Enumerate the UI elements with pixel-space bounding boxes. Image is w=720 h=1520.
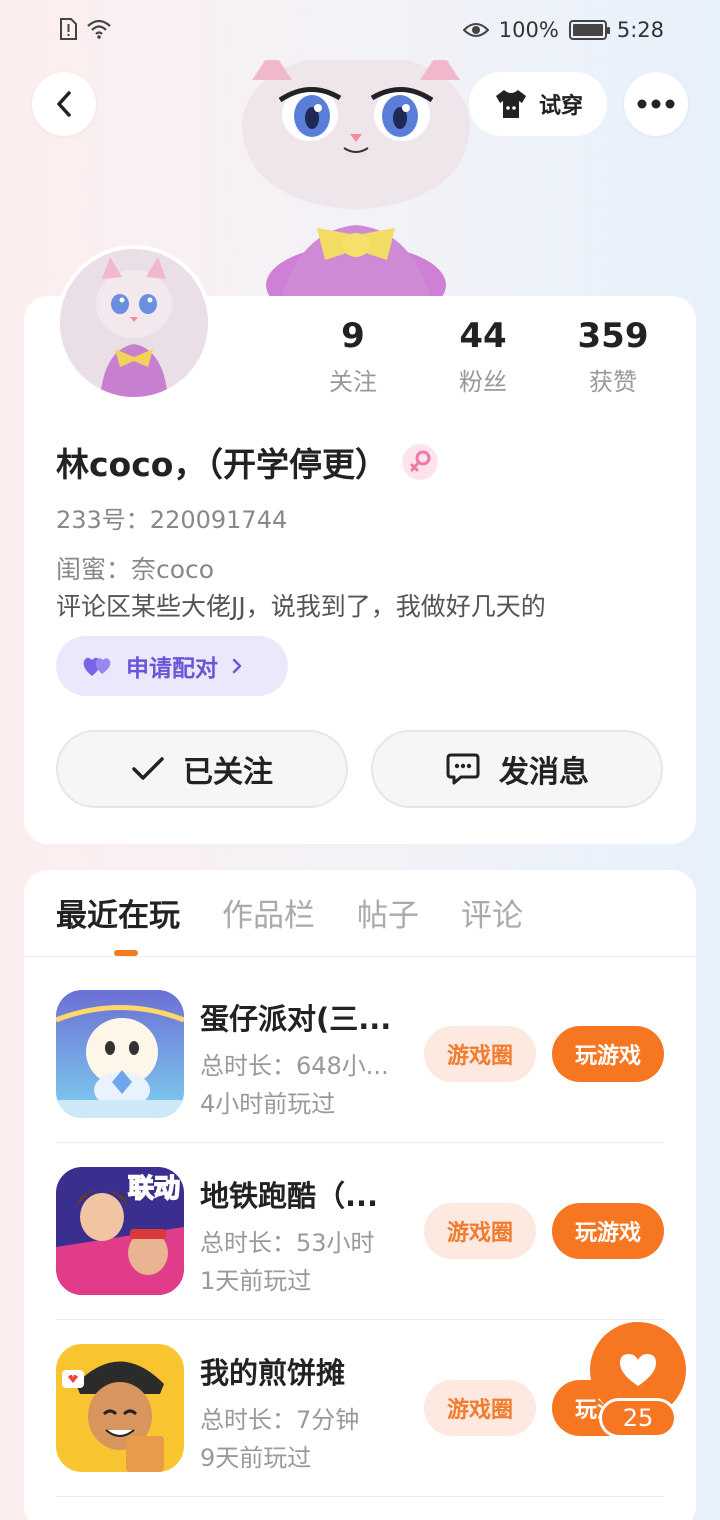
- stat-following-label: 关注: [329, 368, 377, 396]
- try-on-label: 试穿: [538, 94, 583, 119]
- stat-likes-label: 获赞: [589, 368, 637, 396]
- try-on-button[interactable]: 试穿: [469, 72, 607, 136]
- game-icon-subway-surfers: 联动: [56, 1167, 184, 1295]
- status-bar-right: 100% 5:28: [462, 18, 664, 42]
- profile-stats: 9 关注 44 粉丝 359 获赞: [288, 316, 678, 397]
- list-item[interactable]: 我的煎饼摊 总时长：7分钟 9天前玩过 游戏圈 玩游戏: [56, 1328, 664, 1504]
- stat-following-count: 9: [341, 316, 365, 356]
- chevron-right-icon: [232, 658, 242, 674]
- row-divider: [56, 1496, 664, 1497]
- apply-pair-label: 申请配对: [126, 656, 218, 682]
- game-total-time: 总时长：53小时: [200, 1229, 375, 1257]
- send-message-label: 发消息: [499, 755, 589, 790]
- stat-fans-label: 粉丝: [459, 368, 507, 396]
- wifi-icon: [87, 19, 111, 39]
- stat-fans-count: 44: [459, 316, 507, 356]
- tab-posts[interactable]: 帖子: [357, 890, 419, 935]
- female-icon: [401, 444, 438, 480]
- heart-icon: [620, 1354, 656, 1386]
- game-name: 地铁跑酷（...: [200, 1179, 379, 1213]
- play-game-button[interactable]: 玩游戏: [552, 1203, 664, 1259]
- game-last-played: 1天前玩过: [200, 1267, 312, 1295]
- bio-line-1: 闺蜜：奈coco: [56, 555, 215, 584]
- sim-alert-icon: [60, 18, 77, 40]
- like-count: 25: [599, 1398, 677, 1438]
- game-circle-button[interactable]: 游戏圈: [424, 1380, 536, 1436]
- chevron-left-icon: [57, 91, 71, 117]
- bio-line-2: 评论区某些大佬JJ，说我到了，我做好几天的: [56, 592, 546, 621]
- game-circle-button[interactable]: 游戏圈: [424, 1026, 536, 1082]
- nickname-row: 林coco，（开学停更）: [56, 438, 438, 486]
- followed-label: 已关注: [183, 755, 273, 790]
- battery-icon: [568, 20, 610, 40]
- status-bar: 100% 5:28: [0, 0, 720, 60]
- tab-works[interactable]: 作品栏: [222, 890, 315, 935]
- list-item[interactable]: 蛋仔派对(三... 总时长：648小... 4小时前玩过 游戏圈 玩游戏: [56, 974, 664, 1150]
- list-item[interactable]: 联动 地铁跑酷（... 总时长：53小时 1天前玩过 游戏圈 玩游戏: [56, 1151, 664, 1327]
- send-message-button[interactable]: 发消息: [371, 730, 663, 808]
- tshirt-icon: [495, 90, 526, 118]
- game-last-played: 4小时前玩过: [200, 1090, 336, 1118]
- battery-percent: 100%: [498, 18, 559, 42]
- eye-icon: [462, 23, 489, 37]
- stat-fans[interactable]: 44 粉丝: [418, 316, 548, 397]
- game-last-played: 9天前玩过: [200, 1444, 312, 1472]
- status-bar-left: [58, 18, 112, 40]
- game-icon-badge: 联动: [128, 1174, 180, 1204]
- game-icon-eggy-party: [56, 990, 184, 1118]
- game-total-time: 总时长：648小...: [200, 1052, 389, 1080]
- double-heart-icon: [83, 657, 111, 676]
- avatar[interactable]: [56, 245, 212, 401]
- check-icon: [132, 757, 164, 780]
- user-id: 233号：220091744: [56, 506, 288, 534]
- followed-button[interactable]: 已关注: [56, 730, 348, 808]
- stat-likes[interactable]: 359 获赞: [548, 316, 678, 397]
- apply-pair-button[interactable]: 申请配对: [56, 636, 288, 696]
- tab-recently-played[interactable]: 最近在玩: [56, 890, 180, 935]
- row-divider: [56, 1319, 664, 1320]
- back-button[interactable]: [32, 72, 96, 136]
- profile-banner-image: [222, 60, 490, 296]
- recent-games-card: 最近在玩 作品栏 帖子 评论 蛋仔派对(三... 总时长：648小... 4小时…: [24, 870, 696, 1520]
- tab-comments[interactable]: 评论: [461, 890, 523, 935]
- tabs-divider: [24, 956, 696, 957]
- more-dots-icon: [637, 99, 675, 109]
- game-name: 蛋仔派对(三...: [200, 1002, 392, 1036]
- play-game-button[interactable]: 玩游戏: [552, 1026, 664, 1082]
- more-button[interactable]: [624, 72, 688, 136]
- game-name: 我的煎饼摊: [200, 1356, 346, 1390]
- chat-bubble-icon: [446, 753, 480, 785]
- row-divider: [56, 1142, 664, 1143]
- profile-tabs: 最近在玩 作品栏 帖子 评论: [56, 890, 523, 935]
- stat-likes-count: 359: [577, 316, 649, 356]
- status-time: 5:28: [616, 18, 664, 42]
- stat-following[interactable]: 9 关注: [288, 316, 418, 397]
- game-total-time: 总时长：7分钟: [200, 1406, 360, 1434]
- nickname: 林coco，（开学停更）: [56, 445, 388, 484]
- game-circle-button[interactable]: 游戏圈: [424, 1203, 536, 1259]
- game-icon-pancake-stall: [56, 1344, 184, 1472]
